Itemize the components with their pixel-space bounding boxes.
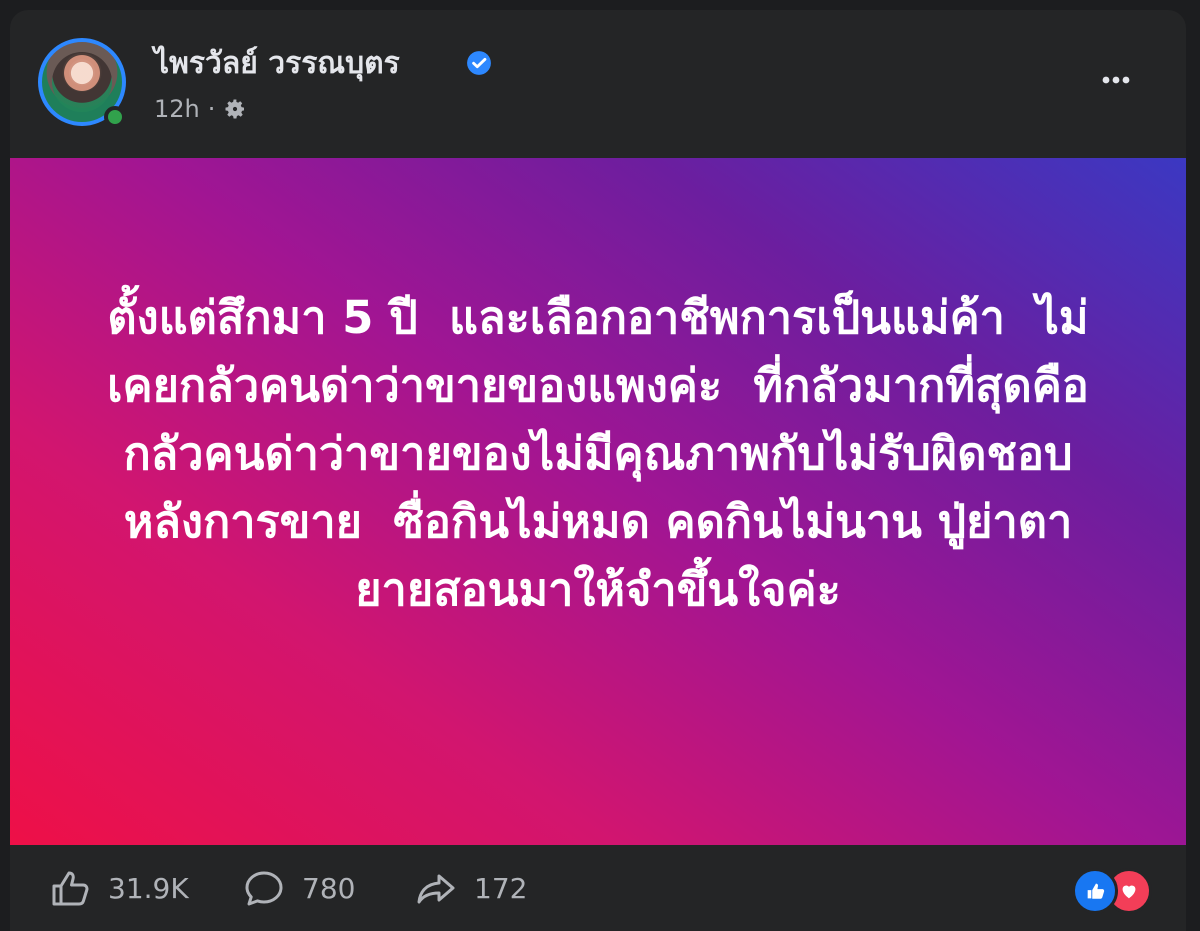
gear-icon[interactable] bbox=[223, 97, 247, 121]
like-reaction-icon bbox=[1072, 868, 1118, 914]
share-count: 172 bbox=[474, 871, 528, 905]
comment-icon bbox=[245, 871, 283, 906]
author-name[interactable]: ไพรวัลย์ วรรณบุตร bbox=[154, 44, 400, 84]
timestamp[interactable]: 12h bbox=[154, 94, 200, 124]
comment-count: 780 bbox=[302, 871, 356, 905]
reaction-summary[interactable] bbox=[1072, 868, 1158, 914]
thumbs-up-icon bbox=[52, 871, 89, 906]
post-card: ไพรวัลย์ วรรณบุตร 12h · ตั้งแต่สึกมา 5 ป… bbox=[10, 10, 1186, 931]
post-meta: 12h · bbox=[154, 94, 247, 124]
share-icon bbox=[417, 874, 455, 904]
avatar-photo bbox=[52, 52, 112, 112]
online-status-dot bbox=[104, 106, 126, 128]
post-actions-bar: 31.9K 780 172 bbox=[10, 846, 1186, 931]
more-options-icon[interactable] bbox=[1094, 62, 1138, 98]
post-header: ไพรวัลย์ วรรณบุตร 12h · bbox=[10, 10, 1186, 158]
meta-separator: · bbox=[207, 95, 216, 123]
comment-button[interactable]: 780 bbox=[242, 868, 355, 908]
like-button[interactable]: 31.9K bbox=[48, 868, 189, 908]
post-text: ตั้งแต่สึกมา 5 ปี ￼ และเลือกอาชีพการเป็น… bbox=[107, 291, 1089, 616]
author-avatar-wrap[interactable] bbox=[38, 38, 134, 134]
like-count: 31.9K bbox=[108, 871, 189, 905]
share-button[interactable]: 172 bbox=[414, 868, 527, 908]
post-background: ตั้งแต่สึกมา 5 ปี ￼ และเลือกอาชีพการเป็น… bbox=[10, 158, 1186, 845]
verified-badge-icon bbox=[467, 51, 491, 75]
